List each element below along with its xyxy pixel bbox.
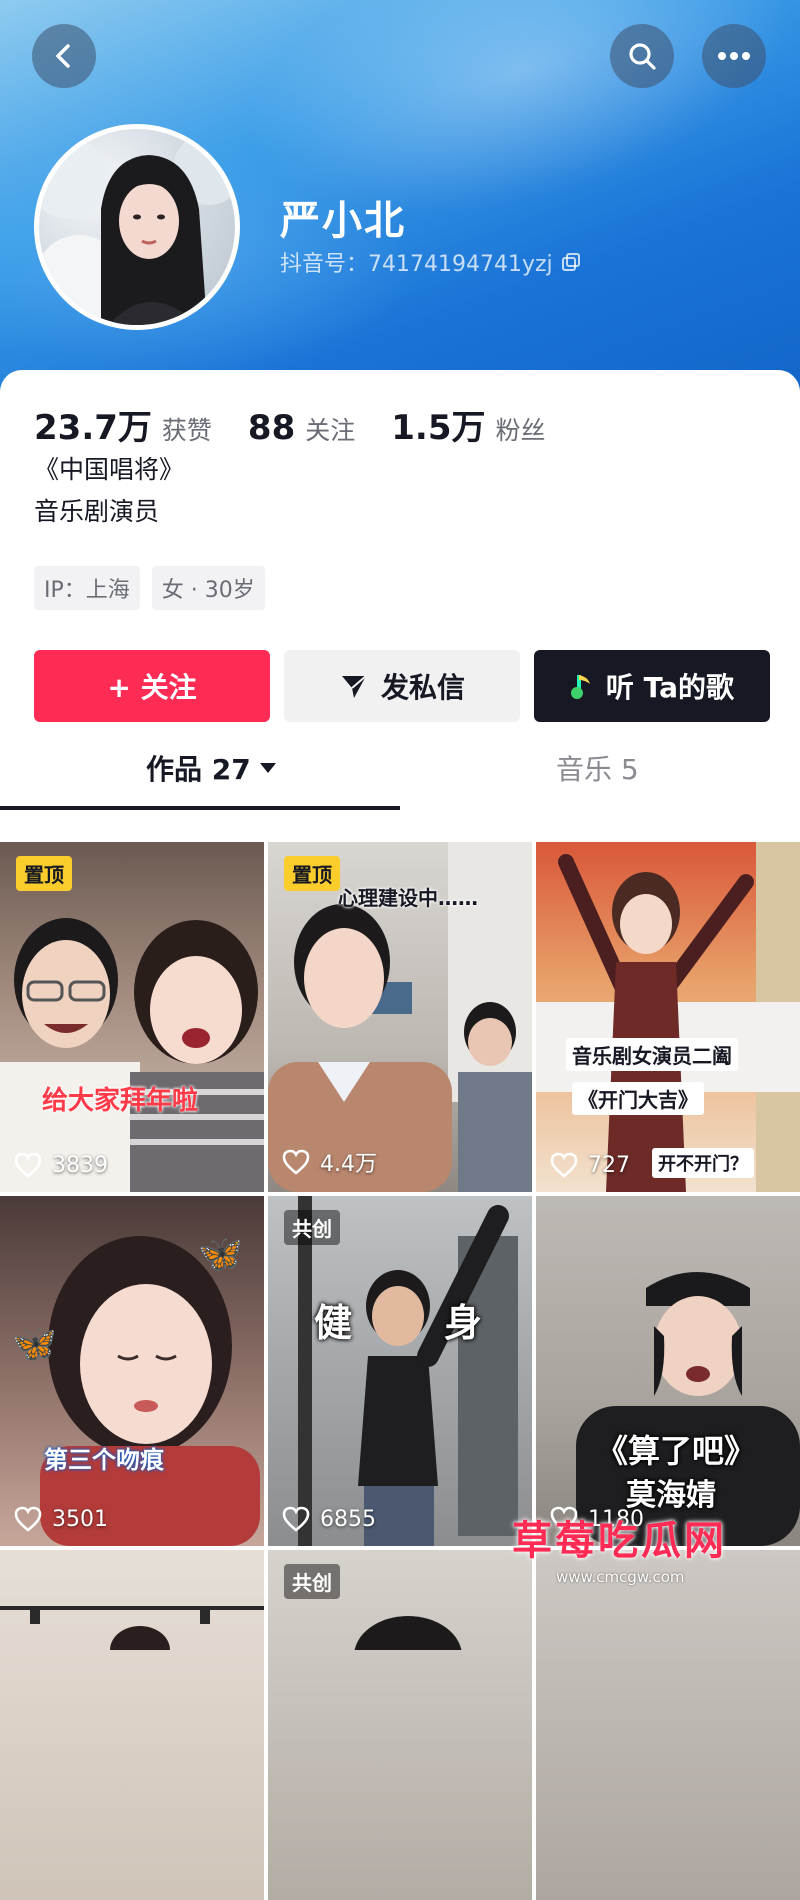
video-caption-secondary: 《开门大吉》 bbox=[572, 1082, 704, 1115]
following-label: 关注 bbox=[305, 416, 356, 445]
music-note-icon bbox=[570, 675, 590, 699]
video-tile[interactable] bbox=[0, 1550, 264, 1900]
heart-outline-icon bbox=[550, 1152, 578, 1178]
svg-text:🦋: 🦋 bbox=[12, 1324, 57, 1365]
action-buttons: + 关注 发私信 听 Ta的歌 bbox=[34, 650, 770, 722]
followers-count[interactable]: 1.5万 bbox=[391, 400, 485, 449]
heart-outline-icon bbox=[282, 1506, 310, 1532]
video-tile[interactable]: 置顶 给大家拜年啦 3839 bbox=[0, 842, 264, 1192]
content-tabs: 作品 27 音乐 5 bbox=[0, 748, 800, 810]
video-caption: 健 bbox=[314, 1301, 353, 1345]
likes-label: 获赞 bbox=[161, 416, 212, 445]
cocreate-badge: 共创 bbox=[284, 1564, 340, 1599]
pinned-badge: 置顶 bbox=[284, 856, 340, 891]
heart-outline-icon bbox=[282, 1149, 310, 1175]
nickname: 严小北 bbox=[280, 198, 406, 244]
gender-age-tag: 女 · 30岁 bbox=[151, 566, 265, 610]
listen-song-label: 听 Ta的歌 bbox=[605, 671, 735, 704]
message-label: 发私信 bbox=[380, 671, 465, 704]
video-likes-count: 4.4万 bbox=[320, 1152, 377, 1177]
video-thumbnail: 🦋 🦋 bbox=[12, 1234, 260, 1546]
ip-location-tag: IP：上海 bbox=[34, 566, 140, 610]
pinned-badge: 置顶 bbox=[16, 856, 72, 891]
video-likes: 6855 bbox=[282, 1506, 376, 1532]
message-button[interactable]: 发私信 bbox=[284, 650, 520, 722]
video-tile[interactable]: 🦋 🦋 第三个吻痕 3501 bbox=[0, 1196, 264, 1546]
video-likes-count: 3501 bbox=[52, 1506, 108, 1532]
profile-header: 严小北 抖音号：74174194741yzj bbox=[0, 0, 800, 390]
tab-works[interactable]: 作品 27 bbox=[146, 748, 277, 788]
video-thumbnail bbox=[536, 842, 800, 1192]
video-tile[interactable]: 音乐剧女演员二阖 《开门大吉》 开不开门？ 727 bbox=[536, 842, 800, 1192]
video-thumbnail bbox=[0, 918, 264, 1192]
likes-count[interactable]: 23.7万 bbox=[34, 400, 152, 449]
video-thumbnail bbox=[298, 1196, 518, 1546]
video-likes: 727 bbox=[550, 1152, 630, 1178]
video-likes-count: 3839 bbox=[52, 1152, 108, 1178]
avatar[interactable] bbox=[34, 124, 240, 330]
video-caption: 《算了吧》 bbox=[596, 1432, 757, 1470]
video-caption: 心理建设中…… bbox=[338, 886, 478, 910]
following-count[interactable]: 88 bbox=[248, 408, 295, 448]
video-tile[interactable]: 共创 健 身 6855 bbox=[268, 1196, 532, 1546]
video-likes-count: 727 bbox=[588, 1152, 630, 1178]
watermark-url: www.cmcgw.com bbox=[556, 1568, 685, 1586]
copy-icon[interactable] bbox=[561, 252, 581, 272]
heart-outline-icon bbox=[14, 1506, 42, 1532]
search-button[interactable] bbox=[610, 24, 674, 88]
video-caption: 给大家拜年啦 bbox=[42, 1086, 199, 1116]
video-tile[interactable]: 《算了吧》 莫海婧 1180 bbox=[536, 1196, 800, 1546]
watermark-logo: 草莓吃瓜网 bbox=[512, 1518, 727, 1564]
bio-line-2: 音乐剧演员 bbox=[34, 497, 160, 526]
profile-tags: IP：上海 女 · 30岁 bbox=[34, 566, 265, 610]
video-tile[interactable]: 共创 bbox=[268, 1550, 532, 1900]
video-likes: 3501 bbox=[14, 1506, 108, 1532]
video-tile[interactable]: 置顶 心理建设中…… 4.4万 bbox=[268, 842, 532, 1192]
video-caption-secondary: 身 bbox=[444, 1301, 483, 1345]
listen-song-button[interactable]: 听 Ta的歌 bbox=[534, 650, 770, 722]
douyin-id[interactable]: 抖音号：74174194741yzj bbox=[280, 246, 581, 278]
active-tab-indicator bbox=[0, 806, 400, 810]
video-caption-tertiary: 开不开门？ bbox=[652, 1148, 754, 1178]
caret-down-icon bbox=[259, 763, 276, 773]
heart-outline-icon bbox=[14, 1152, 42, 1178]
more-button[interactable] bbox=[702, 24, 766, 88]
douyin-id-text: 抖音号：74174194741yzj bbox=[280, 252, 553, 277]
follow-button[interactable]: + 关注 bbox=[34, 650, 270, 722]
tab-music-label: 音乐 5 bbox=[556, 753, 639, 786]
video-thumbnail bbox=[0, 1606, 264, 1650]
video-likes: 3839 bbox=[14, 1152, 108, 1178]
tab-music[interactable]: 音乐 5 bbox=[556, 748, 639, 788]
search-icon bbox=[629, 43, 656, 70]
svg-text:🦋: 🦋 bbox=[198, 1234, 243, 1275]
stats-row: 23.7万 获赞 88 关注 1.5万 粉丝 bbox=[34, 400, 582, 449]
video-tile[interactable] bbox=[536, 1550, 800, 1900]
video-likes-count: 6855 bbox=[320, 1506, 376, 1532]
bio-line-1: 《中国唱将》 bbox=[34, 455, 185, 484]
avatar-photo bbox=[39, 133, 235, 325]
back-button[interactable] bbox=[32, 24, 96, 88]
followers-label: 粉丝 bbox=[495, 416, 546, 445]
video-caption: 音乐剧女演员二阖 bbox=[566, 1038, 738, 1071]
chevron-left-icon bbox=[56, 44, 70, 68]
send-icon bbox=[341, 675, 367, 698]
cocreate-badge: 共创 bbox=[284, 1210, 340, 1245]
tab-works-label: 作品 27 bbox=[146, 753, 251, 786]
video-likes: 4.4万 bbox=[282, 1146, 377, 1178]
video-caption: 第三个吻痕 bbox=[44, 1446, 164, 1474]
more-dots-icon bbox=[718, 52, 750, 60]
